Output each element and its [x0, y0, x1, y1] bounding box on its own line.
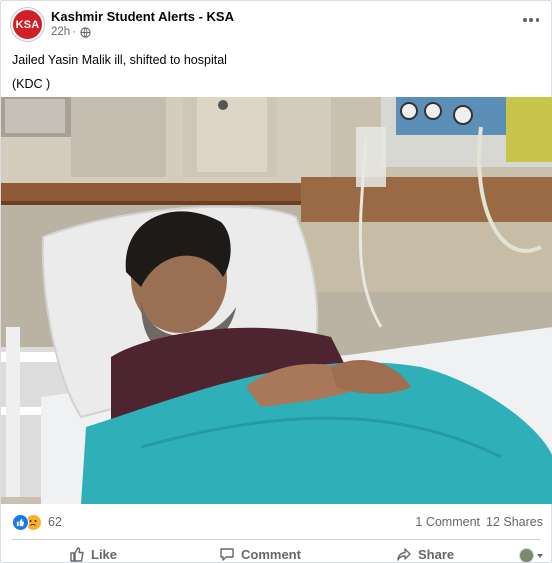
more-horizontal-icon[interactable]	[521, 12, 541, 28]
post-text: Jailed Yasin Malik ill, shifted to hospi…	[12, 48, 227, 96]
footer-divider	[12, 539, 540, 540]
profile-switcher[interactable]	[519, 548, 543, 563]
chevron-down-icon	[537, 553, 543, 558]
avatar-logo-text: KSA	[15, 18, 40, 31]
thumbs-up-icon	[70, 547, 84, 562]
share-label: Share	[418, 546, 455, 562]
share-arrow-icon	[397, 548, 411, 561]
reaction-count: 62	[48, 515, 62, 529]
comment-label: Comment	[241, 546, 301, 562]
post-timestamp[interactable]: 22h	[51, 26, 70, 38]
hospital-bed-photo	[1, 97, 552, 504]
like-reaction-icon	[12, 513, 29, 531]
share-button[interactable]: Share	[396, 546, 454, 562]
page-name-link[interactable]: Kashmir Student Alerts - KSA	[51, 9, 234, 24]
like-label: Like	[91, 546, 118, 562]
profile-avatar	[519, 548, 534, 563]
post-meta: 22h ·	[51, 26, 91, 38]
shares-count-link[interactable]: 12 Shares	[486, 515, 543, 529]
post-text-line: Jailed Yasin Malik ill, shifted to hospi…	[12, 53, 227, 67]
globe-icon[interactable]	[80, 26, 91, 38]
comment-bubble-icon	[220, 548, 234, 561]
page-avatar[interactable]: KSA	[11, 8, 44, 41]
engagement-counts: 1 Comment 12 Shares	[415, 515, 543, 529]
comment-button[interactable]: Comment	[219, 546, 301, 562]
meta-separator: ·	[72, 26, 77, 38]
like-button[interactable]: Like	[69, 546, 117, 562]
facebook-post: KSA Kashmir Student Alerts - KSA 22h · J…	[0, 0, 552, 563]
reactions-summary[interactable]: 62	[12, 513, 62, 531]
post-actions-bar: Like Comment Share	[1, 543, 552, 563]
post-text-line: (KDC )	[12, 77, 51, 91]
comments-count-link[interactable]: 1 Comment	[415, 515, 480, 529]
post-photo[interactable]	[1, 97, 552, 504]
